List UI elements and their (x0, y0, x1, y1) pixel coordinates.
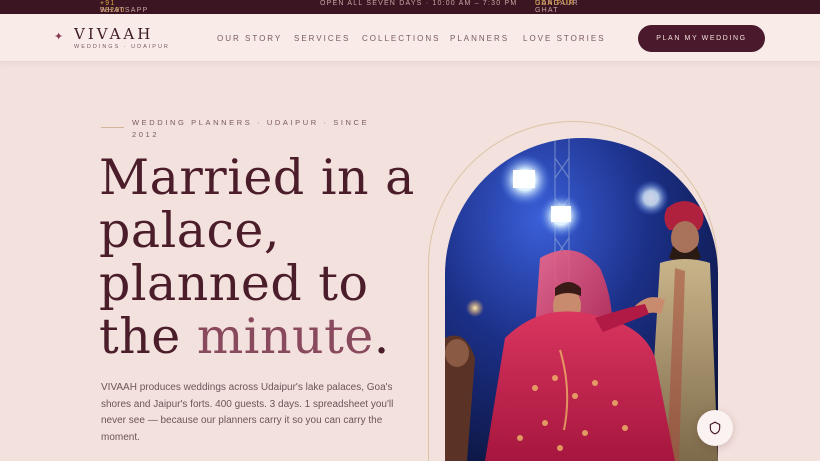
top-info-bar: +91 98290 77440 · WHATSAPP US YOUR DATE … (0, 0, 820, 35)
nav-our-story[interactable]: OUR STORY (217, 34, 282, 43)
hero-headline: Married in a palace, planned to the minu… (99, 151, 419, 363)
logo-tagline: WEDDINGS · UDAIPUR (74, 44, 170, 50)
plan-my-wedding-button[interactable]: PLAN MY WEDDING (638, 25, 765, 52)
headline-emphasis: minute (196, 308, 374, 365)
floating-action-button[interactable] (697, 410, 733, 446)
wedding-couple-image (445, 138, 718, 461)
hero-wedding-photo (445, 138, 718, 461)
nav-planners[interactable]: PLANNERS (450, 34, 509, 43)
shield-icon (709, 421, 721, 435)
hero-description: VIVAAH produces weddings across Udaipur'… (101, 382, 394, 443)
hero-eyebrow: WEDDING PLANNERS · UDAIPUR · SINCE 2012 (132, 118, 370, 139)
opening-hours: OPEN ALL SEVEN DAYS · 10:00 AM – 7:30 PM (320, 0, 518, 7)
logo-wordmark[interactable]: VIVAAH (74, 25, 153, 43)
headline-end: . (373, 308, 390, 365)
nav-love-stories[interactable]: LOVE STORIES (523, 34, 606, 43)
site-header: ✦ VIVAAH WEDDINGS · UDAIPUR OUR STORY SE… (0, 14, 820, 62)
eyebrow-divider (101, 127, 124, 128)
nav-collections[interactable]: COLLECTIONS (362, 34, 440, 43)
nav-services[interactable]: SERVICES (294, 34, 350, 43)
address-city: UDAIPUR (535, 0, 575, 7)
star-icon: ✦ (54, 31, 64, 43)
